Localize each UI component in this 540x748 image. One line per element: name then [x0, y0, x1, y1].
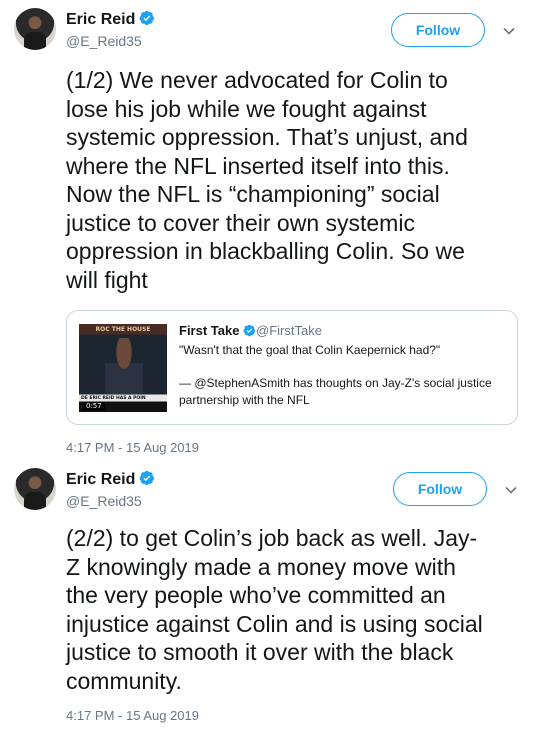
- author-name[interactable]: Eric Reid: [66, 10, 155, 29]
- avatar[interactable]: [14, 8, 56, 50]
- quoted-author-name-label[interactable]: First Take: [179, 323, 239, 338]
- tweet-text: (1/2) We never advocated for Colin to lo…: [66, 67, 468, 293]
- thumbnail-banner: ROC THE HOUSE: [95, 326, 151, 333]
- follow-button[interactable]: Follow: [393, 472, 487, 506]
- quoted-author-name[interactable]: First Take: [179, 323, 256, 338]
- quoted-tweet[interactable]: ROC THE HOUSE DE ERIC REID HAS A POIN 0:…: [66, 310, 518, 425]
- video-duration: 0:57: [83, 402, 105, 411]
- author-handle[interactable]: @E_Reid35: [66, 33, 142, 49]
- video-thumbnail[interactable]: ROC THE HOUSE DE ERIC REID HAS A POIN 0:…: [79, 324, 167, 412]
- thumbnail-person: [105, 338, 143, 394]
- author-name-label[interactable]: Eric Reid: [66, 471, 135, 488]
- follow-button[interactable]: Follow: [391, 13, 485, 47]
- verified-badge-icon: [243, 324, 256, 337]
- quoted-tweet-quote-line: "Wasn't that the goal that Colin Kaepern…: [179, 343, 441, 357]
- thumbnail-caption: DE ERIC REID HAS A POIN: [81, 396, 146, 401]
- verified-badge-icon: [139, 10, 155, 26]
- chevron-down-icon[interactable]: [502, 24, 516, 38]
- avatar[interactable]: [14, 468, 56, 510]
- author-name-label[interactable]: Eric Reid: [66, 11, 135, 28]
- author-name[interactable]: Eric Reid: [66, 470, 155, 489]
- tweet-timestamp[interactable]: 4:17 PM - 15 Aug 2019: [66, 708, 199, 723]
- quoted-author-handle[interactable]: @FirstTake: [256, 323, 322, 338]
- tweet-timestamp[interactable]: 4:17 PM - 15 Aug 2019: [66, 440, 199, 455]
- chevron-down-icon[interactable]: [504, 483, 518, 497]
- author-handle[interactable]: @E_Reid35: [66, 493, 142, 509]
- tweet-text: (2/2) to get Colin’s job back as well. J…: [66, 525, 483, 694]
- quoted-tweet-description: — @StephenASmith has thoughts on Jay-Z's…: [179, 376, 492, 407]
- verified-badge-icon: [139, 470, 155, 486]
